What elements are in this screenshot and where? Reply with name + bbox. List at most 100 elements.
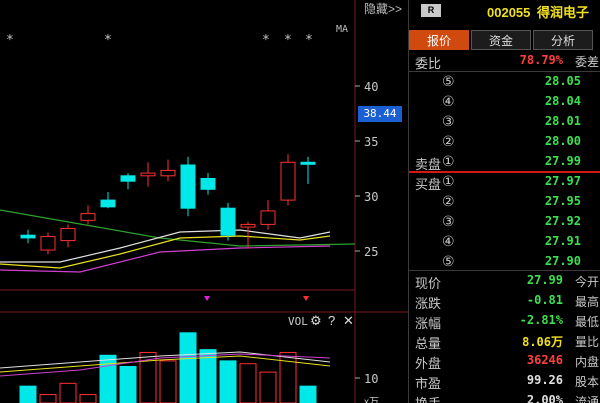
volume-bar — [39, 394, 57, 403]
signal-marker — [204, 296, 210, 301]
r-badge[interactable]: R — [421, 4, 441, 17]
buy-row: 买盘 ① 27.97 — [409, 172, 600, 192]
buy-row: ③ 27.92 — [409, 212, 600, 232]
sell-row: ③ 28.01 — [409, 112, 600, 132]
sell-row: 卖盘 ① 27.99 — [409, 152, 600, 172]
quote-label: 现价 — [415, 276, 442, 291]
quote-value: 2.00% — [526, 393, 563, 403]
buy-price[interactable]: 27.97 — [545, 174, 581, 188]
gear-icon[interactable]: ⚙ — [310, 313, 322, 329]
marker-star: * — [284, 33, 292, 48]
buy-price[interactable]: 27.91 — [545, 234, 581, 248]
sell-row: ⑤ 28.05 — [409, 72, 600, 92]
ma-label: MA — [336, 24, 349, 35]
buy-row: ④ 27.91 — [409, 232, 600, 252]
kline-svg — [0, 0, 408, 403]
candle-body — [200, 178, 216, 190]
signal-marker — [303, 296, 309, 301]
quote-right-label: 股本 — [574, 375, 599, 389]
help-icon[interactable]: ? — [328, 313, 335, 328]
candle-body — [180, 164, 196, 209]
stock-header: R 002055 得润电子 — [409, 0, 600, 26]
candle-body — [260, 210, 276, 225]
volume-bar — [79, 394, 97, 403]
quote-value: 8.06万 — [522, 335, 563, 349]
quote-right-label: 量比 — [574, 335, 599, 349]
buy-level: ⑤ — [442, 253, 455, 269]
y-tick-label: 40 — [364, 80, 379, 94]
quote-row: 涨幅 -2.81% 最低 — [409, 311, 600, 331]
buy-price[interactable]: 27.92 — [545, 214, 581, 228]
quote-value: 27.99 — [526, 273, 563, 287]
quote-label: 换手 — [415, 393, 441, 403]
stock-title: 002055 得润电子 — [487, 2, 589, 21]
sell-row: ② 28.00 — [409, 132, 600, 152]
vol-unit: x万 — [364, 397, 379, 403]
quote-value: 36246 — [526, 353, 563, 367]
y-tick-label: 25 — [364, 245, 379, 259]
sell-level: ② — [442, 133, 455, 149]
quote-row: 换手 2.00% 流通 — [409, 391, 600, 403]
weibi-row: 委比 78.79% 委差 — [409, 51, 600, 71]
quote-right-label: 今开 — [574, 275, 599, 289]
volume-bar — [179, 332, 197, 403]
candle-body — [20, 234, 36, 239]
stock-name: 得润电子 — [537, 5, 590, 20]
volume-bar — [99, 354, 117, 403]
candle-body — [60, 227, 76, 242]
candle-body — [160, 169, 176, 177]
volume-bar — [119, 366, 137, 403]
sell-row: ④ 28.04 — [409, 92, 600, 112]
buy-level: ④ — [442, 233, 455, 249]
buy-price[interactable]: 27.95 — [545, 194, 581, 208]
volume-bar — [279, 351, 297, 403]
weibi-value: 78.79% — [519, 53, 563, 67]
quote-label: 总量 — [415, 336, 442, 351]
quote-row: 外盘 36246 内盘 — [409, 351, 600, 371]
sell-price[interactable]: 27.99 — [545, 154, 581, 168]
buy-level: ③ — [442, 213, 455, 229]
volume-bar — [159, 360, 177, 403]
buy-level: ① — [442, 173, 455, 189]
buy-price[interactable]: 27.90 — [545, 254, 581, 268]
quote-value: -2.81% — [519, 313, 563, 327]
kline-chart[interactable]: 隐藏>> MA * * * * * 40 35 30 25 38.44 VOL … — [0, 0, 408, 403]
tab-fund[interactable]: 资金 — [471, 30, 531, 50]
quote-right-label: 最低 — [574, 315, 599, 329]
buy-row: ② 27.95 — [409, 192, 600, 212]
quote-row: 总量 8.06万 量比 — [409, 331, 600, 351]
sell-price[interactable]: 28.05 — [545, 74, 581, 88]
buy-label: 买盘 — [415, 177, 442, 192]
marker-star: * — [104, 33, 112, 48]
close-icon[interactable]: ✕ — [343, 313, 354, 329]
sell-price[interactable]: 28.04 — [545, 94, 581, 108]
sell-price[interactable]: 28.00 — [545, 134, 581, 148]
quote-label: 涨跌 — [415, 296, 442, 311]
tab-analysis[interactable]: 分析 — [533, 30, 593, 50]
y-tick-label: 35 — [364, 135, 379, 149]
weicha-label: 委差 — [574, 55, 599, 69]
hide-button[interactable]: 隐藏>> — [364, 0, 402, 17]
current-price-tag: 38.44 — [358, 106, 402, 122]
candle-body — [280, 161, 296, 201]
marker-star: * — [305, 33, 313, 48]
quote-panel: R 002055 得润电子 报价 资金 分析 委比 78.79% 委差 ⑤ 28.… — [408, 0, 600, 403]
volume-bar — [299, 385, 317, 403]
quote-right-label: 流通 — [574, 395, 599, 403]
quote-label: 外盘 — [415, 356, 442, 371]
weibi-label: 委比 — [415, 56, 442, 71]
volume-bar — [259, 371, 277, 403]
sell-level: ④ — [442, 93, 455, 109]
volume-bar — [59, 382, 77, 403]
tab-quote[interactable]: 报价 — [409, 30, 469, 50]
quote-row: 涨跌 -0.81 最高 — [409, 291, 600, 311]
panel-tabs: 报价 资金 分析 — [409, 30, 600, 52]
candle-body — [300, 161, 316, 165]
candle-body — [140, 172, 156, 177]
candle-body — [120, 175, 136, 182]
volume-bar — [219, 360, 237, 403]
buy-row: ⑤ 27.90 — [409, 252, 600, 272]
candle-body — [240, 223, 256, 228]
sell-price[interactable]: 28.01 — [545, 114, 581, 128]
quote-label: 市盈 — [415, 376, 442, 391]
